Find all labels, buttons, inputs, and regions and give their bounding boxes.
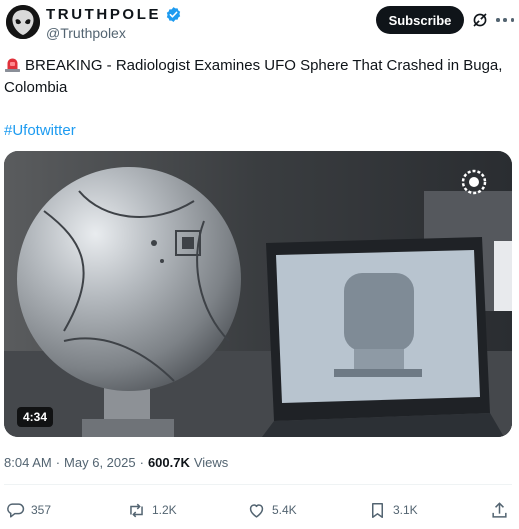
repost-button[interactable]: 1.2K xyxy=(127,494,177,526)
avatar[interactable] xyxy=(6,5,40,39)
repost-count: 1.2K xyxy=(152,503,177,517)
tweet-meta: 8:04 AM · May 6, 2025 · 600.7K Views xyxy=(4,455,228,470)
like-button[interactable]: 5.4K xyxy=(247,494,297,526)
user-handle[interactable]: @Truthpolex xyxy=(46,25,126,41)
tweet-header: TRUTHPOLE @Truthpolex Subscribe xyxy=(0,0,519,46)
tweet-body-text: BREAKING - Radiologist Examines UFO Sphe… xyxy=(4,57,503,96)
meta-separator: · xyxy=(55,455,61,470)
watermark-logo-icon xyxy=(461,169,487,195)
divider xyxy=(4,484,512,485)
rotating-light-emoji xyxy=(5,58,20,72)
repost-icon xyxy=(130,503,143,517)
display-name[interactable]: TRUTHPOLE xyxy=(46,6,161,23)
heart-icon xyxy=(249,503,264,518)
bookmark-icon xyxy=(371,502,384,518)
alien-head-icon xyxy=(6,5,40,39)
tweet-date[interactable]: May 6, 2025 xyxy=(64,455,136,470)
video-player[interactable]: 4:34 xyxy=(4,151,512,437)
more-icon[interactable] xyxy=(496,12,514,28)
reply-button[interactable]: 357 xyxy=(6,494,51,526)
grok-icon[interactable] xyxy=(472,12,488,28)
reply-icon xyxy=(7,502,25,518)
video-duration: 4:34 xyxy=(17,407,54,427)
views-label: Views xyxy=(193,455,229,470)
subscribe-button[interactable]: Subscribe xyxy=(376,6,464,34)
tweet-time[interactable]: 8:04 AM xyxy=(4,455,52,470)
meta-separator: · xyxy=(139,455,144,470)
verified-badge-icon xyxy=(166,7,181,22)
action-bar: 357 1.2K 5.4K 3.1K xyxy=(0,494,519,526)
name-row: TRUTHPOLE xyxy=(46,6,182,23)
tweet-text: BREAKING - Radiologist Examines UFO Sphe… xyxy=(4,55,509,99)
bookmark-count: 3.1K xyxy=(393,503,418,517)
share-icon xyxy=(492,501,507,518)
views-count: 600.7K xyxy=(147,455,190,470)
video-thumbnail xyxy=(4,151,512,437)
reply-count: 357 xyxy=(31,503,52,517)
share-button[interactable] xyxy=(490,494,509,526)
like-count: 5.4K xyxy=(272,503,297,517)
hashtag-link[interactable]: #Ufotwitter xyxy=(4,120,76,142)
bookmark-button[interactable]: 3.1K xyxy=(368,494,418,526)
